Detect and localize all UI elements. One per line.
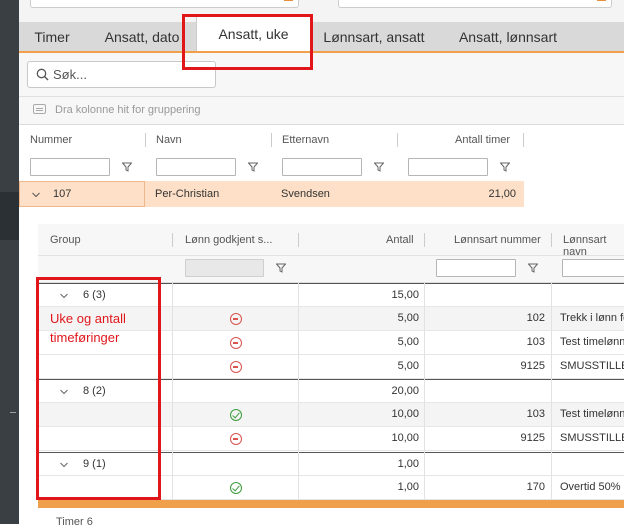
- tab-lonnsart-ansatt[interactable]: Lønnsart, ansatt: [312, 22, 436, 52]
- cell-lonnsart-nummer: 9125: [520, 360, 545, 372]
- filter-input-navn[interactable]: [156, 158, 236, 176]
- group-hint-text: Dra kolonne hit for gruppering: [55, 104, 201, 116]
- cell-lonnsart-navn: SMUSSTILLEGG: [560, 432, 624, 444]
- annotation-line-1: Uke og antall: [50, 311, 126, 326]
- column-header-lonn-godkjent[interactable]: Lønn godkjent s...: [185, 234, 272, 246]
- column-header-etternavn[interactable]: Etternavn: [282, 134, 329, 146]
- cell-antall: 5,00: [397, 312, 419, 324]
- divider: [19, 96, 624, 97]
- column-header-antall[interactable]: Antall: [386, 234, 414, 246]
- filter-icon[interactable]: [500, 162, 510, 172]
- footer-value: 6: [86, 516, 93, 528]
- cell-lonnsart-nummer: 103: [526, 336, 545, 348]
- column-divider: [551, 283, 552, 500]
- not-approved-icon: [230, 313, 242, 325]
- filter-icon[interactable]: [276, 263, 286, 273]
- cell-antall: 10,00: [391, 408, 419, 420]
- column-header-navn[interactable]: Navn: [156, 134, 182, 146]
- sidebar-highlight: [0, 192, 19, 240]
- filter-icon[interactable]: [374, 162, 384, 172]
- cell-antall: 5,00: [397, 360, 419, 372]
- tab-ansatt-lonnsart[interactable]: Ansatt, lønnsart: [439, 22, 577, 52]
- cell-lonnsart-nummer: 170: [526, 481, 545, 493]
- cell-lonnsart-navn: SMUSSTILLEGG: [560, 360, 624, 372]
- column-header-group[interactable]: Group: [50, 234, 81, 246]
- cell-lonnsart-nummer: 102: [526, 312, 545, 324]
- column-separator[interactable]: [424, 233, 425, 247]
- filter-input-nummer[interactable]: [30, 158, 110, 176]
- cell-etternavn: Svendsen: [281, 188, 330, 200]
- column-separator[interactable]: [172, 233, 173, 247]
- approved-icon: [230, 482, 242, 494]
- column-separator[interactable]: [298, 233, 299, 247]
- tab-bar: Timer Ansatt, dato Ansatt, uke Lønnsart,…: [19, 16, 624, 52]
- cell-lonnsart-nummer: 9125: [520, 432, 545, 444]
- calendar-icon[interactable]: [284, 0, 293, 1]
- filter-icon[interactable]: [528, 263, 538, 273]
- column-separator[interactable]: [523, 133, 524, 147]
- chevron-down-icon[interactable]: [32, 191, 40, 199]
- group-icon: [33, 104, 46, 114]
- search-placeholder: Søk...: [53, 67, 87, 82]
- annotation-text: Uke og antall timeføringer: [50, 309, 126, 347]
- filter-icon[interactable]: [248, 162, 258, 172]
- highlight-box-tab: [182, 14, 313, 70]
- group-panel[interactable]: Dra kolonne hit for gruppering: [33, 104, 201, 116]
- column-separator[interactable]: [271, 133, 272, 147]
- column-separator[interactable]: [551, 233, 552, 247]
- master-row-selected[interactable]: 107 Per-Christian Svendsen 21,00: [19, 181, 524, 207]
- summary-bar: [38, 500, 624, 508]
- cell-antall: 1,00: [397, 481, 419, 493]
- group-antall: 1,00: [397, 458, 419, 470]
- sidebar-marker: [10, 412, 16, 413]
- column-divider: [298, 283, 299, 500]
- cell-lonnsart-navn: Overtid 50%: [560, 481, 621, 493]
- approved-icon: [230, 409, 242, 421]
- filter-input-etternavn[interactable]: [282, 158, 362, 176]
- column-divider: [172, 283, 173, 500]
- cell-nummer: 107: [53, 188, 72, 200]
- column-divider: [424, 283, 425, 500]
- column-header-antall-timer[interactable]: Antall timer: [455, 134, 510, 146]
- cell-antall: 10,00: [391, 432, 419, 444]
- top-field-right[interactable]: [338, 0, 612, 8]
- group-antall: 20,00: [391, 385, 419, 397]
- footer-summary: Timer 6: [56, 516, 93, 528]
- not-approved-icon: [230, 337, 242, 349]
- search-icon: [36, 68, 49, 81]
- column-header-lonnsart-nummer[interactable]: Lønnsart nummer: [454, 234, 541, 246]
- cell-navn: Per-Christian: [155, 188, 220, 200]
- tab-ansatt-dato[interactable]: Ansatt, dato: [89, 22, 195, 52]
- annotation-line-2: timeføringer: [50, 330, 120, 345]
- column-header-nummer[interactable]: Nummer: [30, 134, 72, 146]
- calendar-icon[interactable]: [597, 0, 606, 1]
- footer-label: Timer: [56, 516, 84, 528]
- column-header-lonnsart-navn[interactable]: Lønnsart navn: [563, 234, 624, 258]
- cell-antall-timer: 21,00: [488, 188, 516, 200]
- cell-lonnsart-navn: Test timelønn: [560, 336, 624, 348]
- column-separator[interactable]: [145, 133, 146, 147]
- left-sidebar: [0, 0, 19, 524]
- top-field-left[interactable]: [30, 0, 299, 8]
- not-approved-icon: [230, 433, 242, 445]
- filter-input-lonnsart-nummer[interactable]: [436, 259, 516, 277]
- tab-timer[interactable]: Timer: [19, 22, 85, 52]
- group-antall: 15,00: [391, 289, 419, 301]
- filter-icon[interactable]: [122, 162, 132, 172]
- column-separator[interactable]: [397, 133, 398, 147]
- filter-input-antall-timer[interactable]: [408, 158, 488, 176]
- cell-lonnsart-nummer: 103: [526, 408, 545, 420]
- cell-antall: 5,00: [397, 336, 419, 348]
- cell-lonnsart-navn: Test timelønn: [560, 408, 624, 420]
- cell-lonnsart-navn: Trekk i lønn fo: [560, 312, 624, 324]
- filter-input-lonnsart-navn[interactable]: [562, 259, 624, 277]
- not-approved-icon: [230, 361, 242, 373]
- filter-input-lonn-godkjent: [185, 259, 264, 277]
